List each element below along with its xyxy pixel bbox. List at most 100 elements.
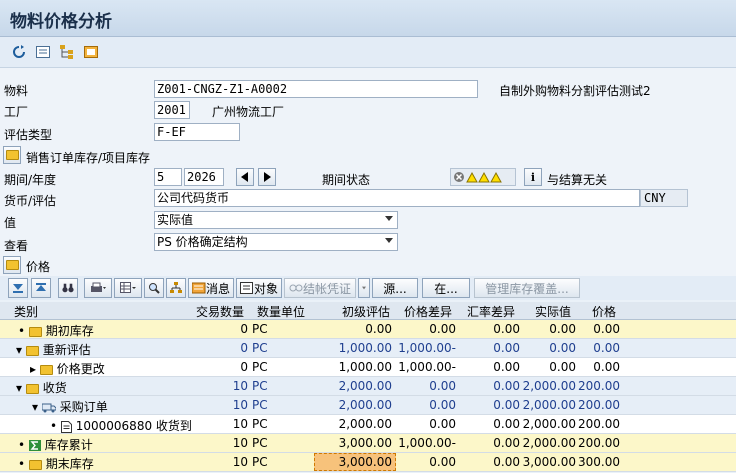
- folder-icon: [5, 150, 19, 160]
- plant-description: 广州物流工厂: [212, 105, 285, 119]
- row-label: 重新评估: [42, 343, 91, 357]
- row-label: 期初库存: [45, 324, 94, 338]
- document-link-icon: [289, 284, 303, 292]
- hierarchy-icon[interactable]: [58, 43, 76, 61]
- row-actual: 2,000.00: [522, 379, 576, 393]
- row-label: 采购订单: [59, 400, 108, 414]
- object-button[interactable]: 对象: [236, 278, 282, 298]
- row-primary: 2,000.00: [338, 417, 392, 431]
- row-price-diff: 1,000.00-: [398, 360, 456, 374]
- sum-icon: [28, 440, 41, 451]
- material-description: 自制外购物料分割评估测试2: [499, 84, 651, 98]
- row-price: 0.00: [593, 322, 620, 336]
- valuation-type-field[interactable]: F-EF: [154, 123, 240, 141]
- magnifier-icon: [149, 283, 160, 294]
- value-label: 值: [4, 216, 17, 230]
- plant-label: 工厂: [4, 105, 29, 119]
- zoom-button[interactable]: [144, 278, 164, 298]
- row-fx-diff: 0.00: [493, 341, 520, 355]
- price-folder-button[interactable]: [3, 256, 21, 274]
- collapse-all-button[interactable]: [31, 278, 51, 298]
- row-price: 200.00: [578, 379, 620, 393]
- settlement-doc-dropdown[interactable]: [358, 278, 370, 298]
- row-qty: 10: [232, 417, 248, 431]
- page-title: 物料价格分析: [10, 12, 112, 32]
- settlement-doc-label: 结帐凭证: [302, 281, 351, 296]
- view-dropdown[interactable]: PS 价格确定结构: [154, 233, 398, 251]
- layout-button[interactable]: [114, 278, 142, 298]
- messages-button[interactable]: 消息: [188, 278, 234, 298]
- row-primary: 2,000.00: [338, 398, 392, 412]
- bullet-icon: •: [50, 419, 58, 433]
- valuation-type-label: 评估类型: [4, 128, 53, 142]
- row-qty: 10: [232, 379, 248, 393]
- expand-all-button[interactable]: [8, 278, 28, 298]
- row-label: 价格更改: [56, 362, 105, 376]
- previous-period-button[interactable]: [236, 168, 254, 186]
- row-qty: 0: [240, 360, 248, 374]
- value-dropdown[interactable]: 实际值: [154, 211, 398, 229]
- info-icon: i: [530, 170, 536, 184]
- table-row[interactable]: ▾ 采购订单 10 PC 2,000.00 0.00 0.00 2,000.00…: [0, 396, 736, 415]
- material-field[interactable]: Z001-CNGZ-Z1-A0002: [154, 80, 478, 98]
- col-primary-valuation[interactable]: 初级评估: [342, 303, 390, 320]
- folder-icon: [28, 326, 42, 337]
- row-price-diff: 0.00: [429, 398, 456, 412]
- messages-button-label: 消息: [206, 281, 231, 296]
- row-primary: 1,000.00: [338, 341, 392, 355]
- row-fx-diff: 0.00: [493, 436, 520, 450]
- print-button[interactable]: [84, 278, 112, 298]
- col-exchange-diff[interactable]: 汇率差异: [467, 303, 515, 320]
- binoculars-icon: [62, 283, 74, 293]
- table-row[interactable]: • 期初库存 0 PC 0.00 0.00 0.00 0.00 0.00: [0, 320, 736, 339]
- table-row[interactable]: ▸ 价格更改 0 PC 1,000.00 1,000.00- 0.00 0.00…: [0, 358, 736, 377]
- table-row[interactable]: • 库存累计 10 PC 3,000.00 1,000.00- 0.00 2,0…: [0, 434, 736, 453]
- year-field[interactable]: 2026: [184, 168, 224, 186]
- row-primary: 3,000.00: [338, 436, 392, 450]
- table-row[interactable]: ▾ 收货 10 PC 2,000.00 0.00 0.00 2,000.00 2…: [0, 377, 736, 396]
- currency-field[interactable]: 公司代码货币: [154, 189, 640, 207]
- row-primary: 3,000.00: [338, 455, 392, 469]
- row-qty: 10: [232, 398, 248, 412]
- list-icon[interactable]: [34, 43, 52, 61]
- col-actual-value[interactable]: 实际值: [535, 303, 571, 320]
- row-actual: 0.00: [549, 360, 576, 374]
- row-fx-diff: 0.00: [493, 360, 520, 374]
- folder-open-icon: [25, 345, 39, 356]
- period-field[interactable]: 5: [154, 168, 182, 186]
- row-price: 200.00: [578, 417, 620, 431]
- row-qty: 0: [240, 322, 248, 336]
- row-unit: PC: [252, 455, 268, 469]
- material-label: 物料: [4, 84, 29, 98]
- in-button[interactable]: 在...: [422, 278, 470, 298]
- refresh-icon[interactable]: [10, 43, 28, 61]
- col-price[interactable]: 价格: [592, 303, 616, 320]
- plant-field[interactable]: 2001: [154, 101, 190, 119]
- col-price-diff[interactable]: 价格差异: [404, 303, 452, 320]
- source-button[interactable]: 源...: [372, 278, 418, 298]
- table-row[interactable]: ▾ 重新评估 0 PC 1,000.00 1,000.00- 0.00 0.00…: [0, 339, 736, 358]
- next-period-button[interactable]: [258, 168, 276, 186]
- expand-folder-button[interactable]: [3, 146, 21, 164]
- table-row[interactable]: • 期末库存 10 PC 3,000.00 0.00 0.00 3,000.00…: [0, 453, 736, 472]
- currency-label: 货币/评估: [4, 194, 57, 208]
- info-button[interactable]: i: [524, 168, 542, 186]
- status-lights: [450, 168, 516, 186]
- settlement-doc-button: 结帐凭证: [284, 278, 356, 298]
- expanded-icon: ▾: [16, 343, 23, 357]
- period-status-text: 与结算无关: [547, 173, 608, 187]
- row-price: 300.00: [578, 455, 620, 469]
- period-year-label: 期间/年度: [4, 173, 57, 187]
- row-unit: PC: [252, 360, 268, 374]
- row-actual: 2,000.00: [522, 417, 576, 431]
- find-button[interactable]: [58, 278, 78, 298]
- col-qty[interactable]: 交易数量: [196, 303, 244, 320]
- object-icon: [240, 282, 253, 294]
- folder-icon: [39, 364, 53, 375]
- price-section-label: 价格: [26, 260, 51, 274]
- col-unit[interactable]: 数量单位: [257, 303, 305, 320]
- export-icon[interactable]: [82, 43, 100, 61]
- col-category[interactable]: 类别: [14, 303, 38, 320]
- structure-button[interactable]: [166, 278, 186, 298]
- table-row[interactable]: • 1000006880 收货到 10 PC 2,000.00 0.00 0.0…: [0, 415, 736, 434]
